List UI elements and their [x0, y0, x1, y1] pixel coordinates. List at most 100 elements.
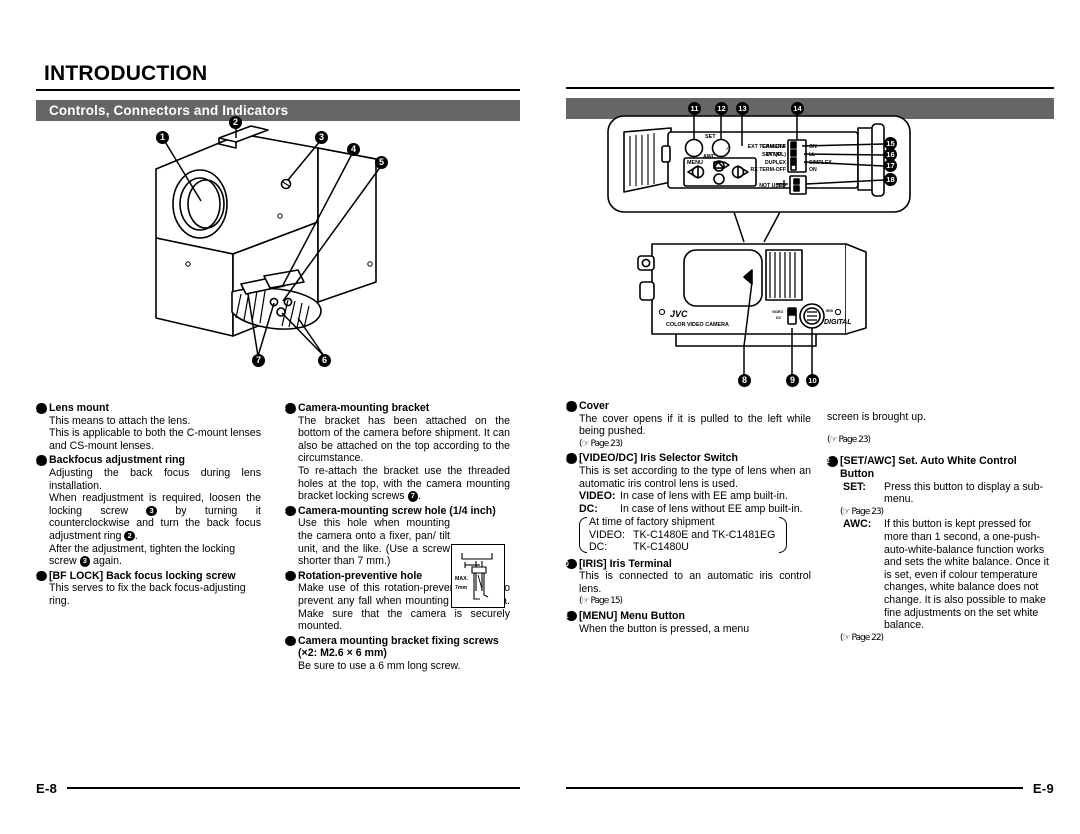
- entry-cover: 8 Cover The cover opens if it is pulled t…: [563, 400, 811, 450]
- circled-number-6: 6: [282, 570, 296, 582]
- entry-body: The cover opens if it is pulled to the l…: [579, 412, 811, 438]
- circled-number-12: 12: [822, 456, 838, 467]
- inline-circled-number: 2: [124, 530, 135, 542]
- svg-text:⟋: ⟋: [725, 146, 730, 152]
- entry-iris-selector-switch: 9 [VIDEO/DC] Iris Selector Switch This is…: [562, 452, 811, 555]
- circled-number-7: 7: [282, 635, 296, 647]
- callout-12: 12: [715, 102, 728, 115]
- footer-rule: [67, 787, 520, 789]
- circled-number-10: 10: [561, 558, 577, 570]
- camera-rear-panel-drawing: SET AWC CAMERA SET UP MENU ⟋ EXT TERM-OF…: [607, 110, 911, 376]
- screw-depth-drawing: [461, 553, 493, 600]
- camera-front-illustration: 1 2 3 4 5 6 7: [36, 104, 520, 394]
- definition-key: DC:: [579, 502, 598, 515]
- definition-awc: AWC: If this button is kept pressed for …: [843, 518, 1052, 631]
- callout-14: 14: [791, 102, 804, 115]
- entry-heading: 4 Camera-mounting bracket: [281, 402, 430, 414]
- svg-text:IRIS: IRIS: [826, 309, 834, 313]
- definition-key: SET:: [843, 480, 866, 493]
- svg-text:COLOR VIDEO CAMERA: COLOR VIDEO CAMERA: [666, 322, 729, 328]
- page-title: INTRODUCTION: [44, 62, 208, 85]
- page-number-left: E-8: [36, 780, 58, 796]
- right-column-2: screen is brought up. (☞ Page 23) 12 [SET…: [822, 400, 1052, 646]
- definition-key: AWC:: [843, 518, 872, 531]
- entry-heading: 2 Backfocus adjustment ring: [32, 454, 185, 467]
- callout-8: 8: [738, 374, 751, 387]
- inline-circled-number: 3: [79, 556, 91, 567]
- callout-5: 5: [375, 156, 388, 169]
- entry-body: This serves to fix the back focus-adjust…: [49, 582, 246, 607]
- definition-set: SET: Press this button to display a sub-…: [843, 481, 1052, 506]
- definition-value: In case of lens with EE amp built-in.: [620, 490, 788, 503]
- svg-text:DIGITAL: DIGITAL: [824, 319, 851, 326]
- circled-number-2: 2: [33, 455, 47, 466]
- entry-body: Adjusting the back focus during lens ins…: [49, 466, 261, 492]
- note-value: TK-C1480U: [633, 541, 689, 554]
- inline-circled-number: 3: [146, 505, 157, 517]
- entry-bracket-fixing-screws: 7 Camera mounting bracket fixing screws (…: [281, 634, 510, 673]
- note-line: VIDEO: TK-C1480E and TK-C1481EG: [589, 529, 775, 541]
- entry-heading: 7 Camera mounting bracket fixing screws (…: [281, 634, 499, 660]
- entry-heading: 10 [IRIS] Iris Terminal: [560, 557, 672, 570]
- left-column-1: 1 Lens mount This means to attach the len…: [32, 402, 261, 674]
- svg-text:DC: DC: [776, 316, 782, 320]
- svg-text:RX TERM-OFF: RX TERM-OFF: [751, 167, 786, 173]
- entry-set-awc-button: 12 [SET/AWC] Set. Auto White Control Butt…: [822, 455, 1052, 644]
- callout-11: 11: [688, 102, 701, 115]
- entry-body: This means to attach the lens.: [49, 414, 191, 427]
- circled-number-4: 4: [282, 403, 296, 414]
- entry-camera-mounting-bracket: 4 Camera-mounting bracket The bracket has…: [281, 402, 510, 503]
- svg-text:EXT TERM-OFF: EXT TERM-OFF: [748, 144, 786, 150]
- entry-body: The bracket has been attached on the bot…: [298, 414, 510, 465]
- title-divider: [566, 87, 1054, 89]
- callout-3: 3: [315, 131, 328, 144]
- right-page: SET AWC CAMERA SET UP MENU ⟋ EXT TERM-OF…: [560, 62, 1054, 762]
- note-key: DC:: [589, 541, 608, 554]
- entry-heading: 5 Camera-mounting screw hole (1/4 inch): [281, 504, 496, 517]
- circled-number-9: 9: [563, 453, 577, 464]
- entry-backfocus-adjustment-ring: 2 Backfocus adjustment ring Adjusting the…: [32, 454, 261, 568]
- svg-text:ON: ON: [809, 144, 817, 150]
- continuation-text: screen is brought up.: [827, 410, 926, 423]
- svg-text:DUPLEX: DUPLEX: [765, 160, 787, 166]
- callout-17: 17: [884, 159, 897, 172]
- svg-text:VIDEO: VIDEO: [772, 310, 783, 314]
- entry-body-rich: When readjustment is required, loosen th…: [49, 492, 261, 542]
- page-reference: (☞ Page 23): [840, 506, 884, 517]
- right-page-footer: E-9: [566, 780, 1054, 796]
- svg-text:LL: LL: [809, 152, 816, 158]
- callout-13: 13: [736, 102, 749, 115]
- inset-label-7mm: 7mm: [455, 585, 468, 591]
- callout-7: 7: [252, 354, 265, 367]
- entry-menu-button: 11 [MENU] Menu Button When the button is …: [560, 609, 811, 635]
- page-reference: (☞ Page 23): [579, 438, 623, 449]
- entry-heading: 3 [BF LOCK] Back focus locking screw: [32, 569, 236, 582]
- entry-heading: 11 [MENU] Menu Button: [560, 609, 685, 622]
- title-divider: [36, 89, 520, 91]
- entry-body: When the button is pressed, a menu: [579, 622, 750, 635]
- entry-heading: 9 [VIDEO/DC] Iris Selector Switch: [562, 452, 738, 465]
- note-value: TK-C1480E and TK-C1481EG: [633, 528, 776, 541]
- definition-video: VIDEO: In case of lens with EE amp built…: [579, 490, 811, 503]
- entry-body: This is connected to an automatic iris c…: [579, 570, 811, 595]
- definition-key: VIDEO:: [579, 490, 616, 503]
- entry-body-rich: After the adjustment, tighten the lockin…: [49, 542, 236, 568]
- left-column-2: 4 Camera-mounting bracket The bracket has…: [281, 402, 510, 674]
- entry-body: This is set according to the type of len…: [579, 464, 811, 490]
- entry-iris-terminal: 10 [IRIS] Iris Terminal This is connected…: [560, 557, 811, 608]
- definition-value: If this button is kept pressed for more …: [884, 518, 1049, 632]
- callout-9: 9: [786, 374, 799, 387]
- entry-body: Use this hole when mounting the camera o…: [298, 517, 450, 568]
- circled-number-5: 5: [282, 505, 296, 517]
- entry-body: To re-attach the bracket use the threade…: [298, 464, 510, 503]
- page-reference: (☞ Page 22): [840, 632, 884, 643]
- entry-bf-lock-screw: 3 [BF LOCK] Back focus locking screw This…: [32, 569, 261, 608]
- note-line: DC: TK-C1480U: [589, 541, 775, 553]
- definition-value: Press this button to display a sub-menu.: [884, 480, 1043, 506]
- left-page: INTRODUCTION Controls, Connectors and In…: [32, 62, 520, 762]
- svg-text:MENU: MENU: [687, 160, 703, 166]
- camera-rear-illustration: SET AWC CAMERA SET UP MENU ⟋ EXT TERM-OF…: [566, 102, 1054, 402]
- callout-1: 1: [156, 131, 169, 144]
- left-text-columns: 1 Lens mount This means to attach the len…: [32, 402, 520, 674]
- entry-body: This is applicable to both the C-mount l…: [49, 427, 261, 452]
